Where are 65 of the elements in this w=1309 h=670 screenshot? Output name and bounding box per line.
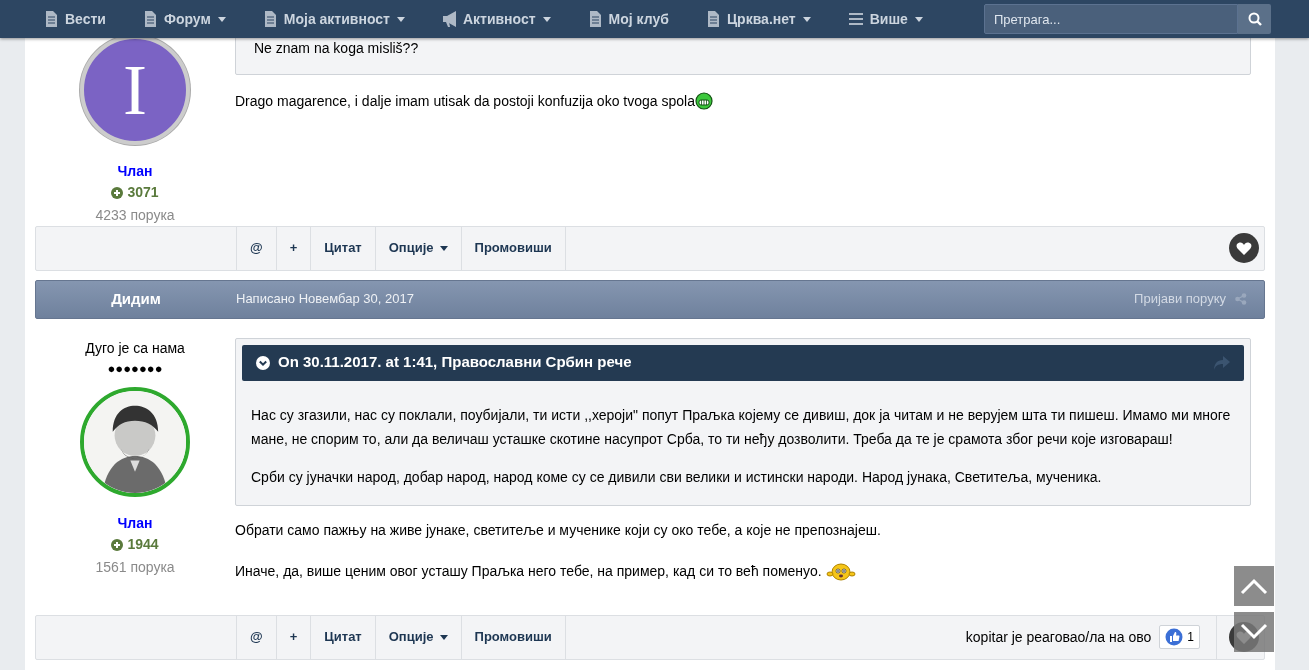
search-icon [1247,12,1262,26]
react-button[interactable] [1229,233,1259,263]
post-text: Обрати само пажњу на живе јунаке, светитеље и мученике који су око тебе, а које не препознајеш. [235,521,881,540]
post-text: Drago magarence, i dalje imam utisak da postoji konfuzija oko tvoga spola [235,91,695,111]
action-button[interactable]: @ [236,615,276,659]
nav-link[interactable]: Вести [26,0,125,38]
quote-citation: On 30.11.2017. at 1:41, Православни Србин рече [278,352,632,373]
action-button[interactable]: @ [236,226,276,270]
caret-icon [217,16,226,22]
reaction-count[interactable]: 1 [1159,625,1200,649]
action-button[interactable]: + [275,226,311,270]
grin-emoji-icon [694,92,713,110]
action-button[interactable]: Промовиши [460,226,566,270]
nav-link[interactable]: Црква.нет [687,0,830,38]
document-icon [45,11,58,27]
avatar[interactable]: I [80,35,190,145]
megaphone-icon [442,11,456,27]
menu-icon [848,12,863,26]
action-button[interactable]: Цитат [310,226,375,270]
scroll-up-button[interactable] [1234,566,1274,606]
quote-text: Нас су згазили, нас су поклали, поубијали, ти исти ,,хероји" попут Праљка којему се дивиш, док ја читам и не верујем шта ти пишеш. Имамо ми многе мане, не спорим то, али да величаш усташке скотине насупрот Срба, то ти неђу дозволити. Треба да те је срамота због речи које изговараш! [251,405,1232,449]
collapse-icon[interactable] [256,355,270,370]
member-group: Члан [117,515,153,531]
caret-icon [439,634,448,640]
document-icon [143,11,157,27]
caret-icon [802,16,811,22]
nav-link[interactable]: Активност [423,0,570,38]
rank-title: Дуго је са нама [84,338,186,358]
search-button[interactable] [1238,4,1271,34]
like-icon [1165,628,1184,646]
search-field[interactable]: Претрага... [984,4,1238,34]
caret-icon [542,16,551,22]
post-count: 1561 порука [95,558,175,575]
post-count: 4233 порука [95,206,175,223]
rank-pips: ●●●●●●● [106,359,164,378]
chevron-down-icon [1240,623,1268,641]
caret-icon [914,16,923,22]
action-button[interactable]: + [275,615,311,659]
nav-link[interactable]: Мој клуб [569,0,688,38]
chevron-up-icon [1240,577,1268,595]
post-date: Написано Новембар 30, 2017 [236,290,414,309]
member-group: Члан [117,163,153,179]
document-icon [588,11,602,27]
nav-link[interactable]: Више [829,0,942,38]
plus-icon [111,538,124,551]
action-button[interactable]: Опције [374,226,461,270]
document-icon [263,11,277,27]
quote-text: Ne znam na koga misliš?? [254,39,420,58]
quote-text: Срби су јуначки народ, добар народ, народ коме су се дивили сви велики и истински народи. Народ јунака, Светитеља, мученика. [251,467,1103,487]
smiley-emoji-icon [825,561,856,582]
scroll-down-button[interactable] [1234,612,1274,652]
nav-link[interactable]: Форум [124,0,245,38]
action-button[interactable]: Цитат [310,615,375,659]
nav-link[interactable]: Моја активност [244,0,424,38]
reputation: 3071 [111,182,159,203]
plus-icon [111,186,124,199]
reputation: 1944 [111,534,159,555]
action-button[interactable]: Промовиши [460,615,566,659]
heart-icon [1236,240,1252,256]
reaction-text: kopitar je реаговао/ла на ово [965,627,1152,647]
action-button[interactable]: Опције [374,615,461,659]
document-icon [706,11,720,27]
caret-icon [396,16,405,22]
caret-icon [439,245,448,251]
post-text: Иначе, да, више ценим овог усташу Праљка него тебе, на пример, кад си то већ поменуо. [235,562,822,581]
